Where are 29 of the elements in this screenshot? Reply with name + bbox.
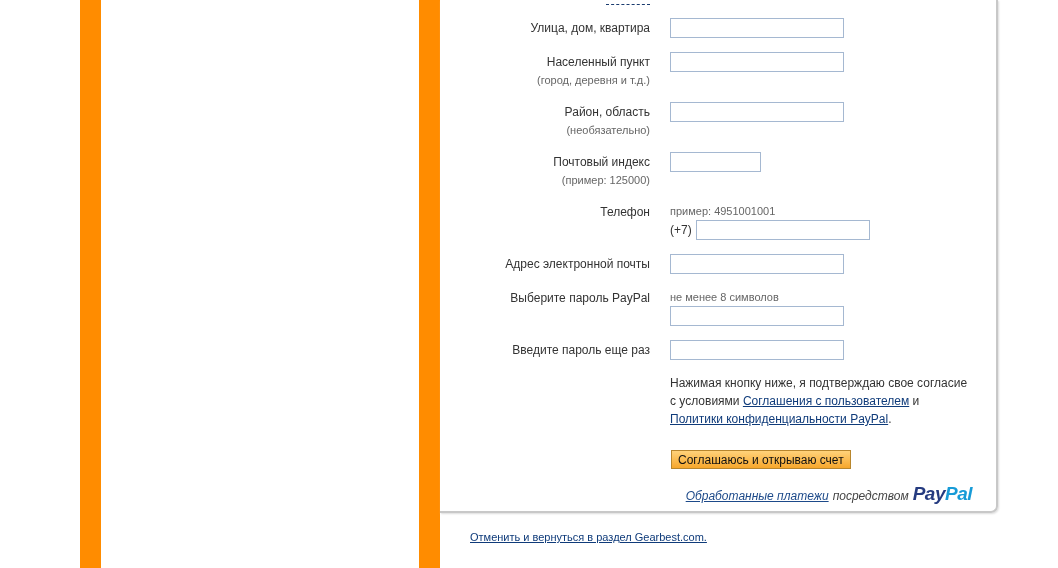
payments-link[interactable]: Обработанные платежи [685, 489, 829, 503]
field-hint: не менее 8 символов [670, 290, 779, 304]
field-label: Район, область [564, 104, 650, 121]
input-field[interactable] [670, 18, 844, 38]
agreement-text: Нажимая кнопку ниже, я подтверждаю свое согласие с условиями Соглашения с пользователем и Политики конфиденциальности PayPal. [670, 375, 969, 428]
paypal-logo: PayPal [912, 483, 972, 505]
field-label: Выберите пароль PayPal [510, 290, 650, 307]
input-field[interactable] [670, 152, 761, 172]
field-note: (пример: 125000) [561, 173, 650, 188]
field-note: (город, деревня и т.д.) [537, 73, 650, 88]
input-field[interactable] [670, 102, 844, 122]
input-field[interactable] [670, 340, 844, 360]
input-field[interactable] [670, 52, 844, 72]
field-hint: пример: 4951001001 [670, 204, 776, 218]
input-field[interactable] [695, 220, 870, 240]
submit-button[interactable]: Соглашаюсь и открываю счет [671, 450, 851, 469]
field-note: (необязательно) [566, 123, 650, 138]
field-label: Улица, дом, квартира [530, 20, 650, 37]
field-label: Почтовый индекс [553, 154, 650, 171]
input-field[interactable] [670, 254, 844, 274]
field-label: Адрес электронной почты [505, 256, 650, 273]
input-field[interactable] [670, 306, 844, 326]
field-label: Населенный пункт [546, 54, 650, 71]
footer-text: посредством [832, 489, 909, 503]
agreement-link[interactable]: Соглашения с пользователем [742, 394, 910, 408]
field-label: Введите пароль еще раз [512, 342, 650, 359]
field-label: Телефон [600, 204, 650, 221]
cancel-link[interactable]: Отменить и вернуться в раздел Gearbest.com. [470, 531, 707, 543]
phone-prefix: (+7) [670, 223, 692, 237]
